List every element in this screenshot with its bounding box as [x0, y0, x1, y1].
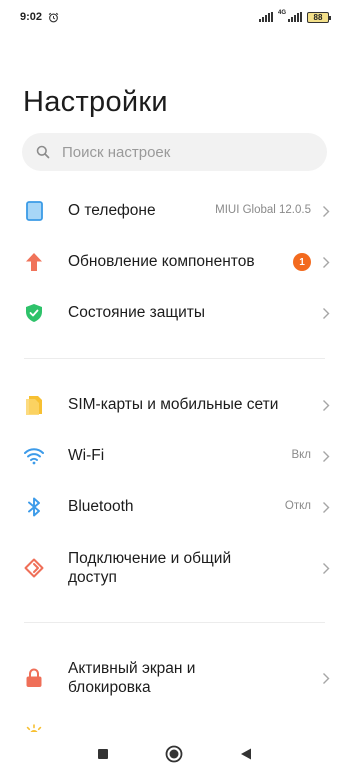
section-divider: [24, 358, 325, 359]
settings-item-label: Bluetooth: [68, 498, 134, 515]
settings-item-label: Состояние защиты: [68, 304, 206, 321]
battery-icon: 88: [307, 11, 331, 23]
settings-item-label-line2: блокировка: [68, 679, 151, 696]
signal-icon-2: [288, 12, 302, 22]
bluetooth-status-value: Откл: [284, 500, 311, 512]
lock-icon: [24, 668, 44, 688]
chevron-right-icon: [321, 500, 331, 514]
settings-item-bluetooth[interactable]: Bluetooth Откл: [0, 494, 349, 520]
settings-item-wifi[interactable]: Wi-Fi Вкл: [0, 443, 349, 469]
shield-check-icon: [24, 303, 44, 323]
settings-item-about-phone[interactable]: О телефоне MIUI Global 12.0.5: [0, 198, 349, 224]
home-icon[interactable]: [162, 742, 186, 766]
settings-item-label-line1: Активный экран и: [68, 660, 196, 677]
settings-item-value: MIUI Global 12.0.5: [215, 204, 311, 216]
wifi-status-value: Вкл: [291, 449, 311, 461]
bluetooth-icon: [24, 497, 44, 517]
search-icon: [36, 145, 50, 159]
chevron-right-icon: [321, 204, 331, 218]
chevron-right-icon: [321, 671, 331, 685]
back-icon[interactable]: [234, 742, 258, 766]
section-divider: [24, 622, 325, 623]
chevron-right-icon: [321, 449, 331, 463]
settings-item-component-update[interactable]: Обновление компонентов 1: [0, 249, 349, 275]
chevron-right-icon: [321, 306, 331, 320]
settings-item-connection-sharing[interactable]: Подключение и общий доступ: [0, 547, 349, 589]
status-time: 9:02: [20, 11, 43, 23]
signal-icon: [258, 12, 273, 22]
status-indicators: 4G 88: [258, 10, 331, 23]
settings-item-label-line1: Подключение и общий: [68, 550, 232, 567]
network-type: 4G: [277, 10, 286, 16]
chevron-right-icon: [321, 561, 331, 575]
status-bar: 9:02 4G 88: [0, 0, 349, 34]
alarm-icon: [48, 12, 59, 23]
sim-card-icon: [24, 395, 44, 415]
settings-item-label: SIM-карты и мобильные сети: [68, 396, 279, 413]
settings-item-sim-cards[interactable]: SIM-карты и мобильные сети: [0, 392, 349, 418]
connection-sharing-icon: [24, 558, 44, 578]
navigation-bar: [0, 732, 349, 776]
battery-level: 88: [313, 12, 323, 22]
settings-item-label: Wi-Fi: [68, 447, 105, 464]
settings-item-label: О телефоне: [68, 202, 156, 219]
phone-icon: [24, 201, 44, 221]
chevron-right-icon: [321, 255, 331, 269]
update-count-badge: 1: [293, 253, 311, 271]
update-arrow-icon: [24, 252, 44, 272]
settings-item-label: Обновление компонентов: [68, 253, 255, 270]
settings-item-security-status[interactable]: Состояние защиты: [0, 300, 349, 326]
chevron-right-icon: [321, 398, 331, 412]
settings-item-label-line2: доступ: [68, 569, 117, 586]
settings-item-lock-screen[interactable]: Активный экран и блокировка: [0, 657, 349, 699]
page-title: Настройки: [23, 86, 168, 118]
wifi-icon: [24, 446, 44, 466]
search-input[interactable]: Поиск настроек: [22, 133, 327, 171]
recents-icon[interactable]: [91, 742, 115, 766]
search-placeholder: Поиск настроек: [62, 143, 171, 161]
